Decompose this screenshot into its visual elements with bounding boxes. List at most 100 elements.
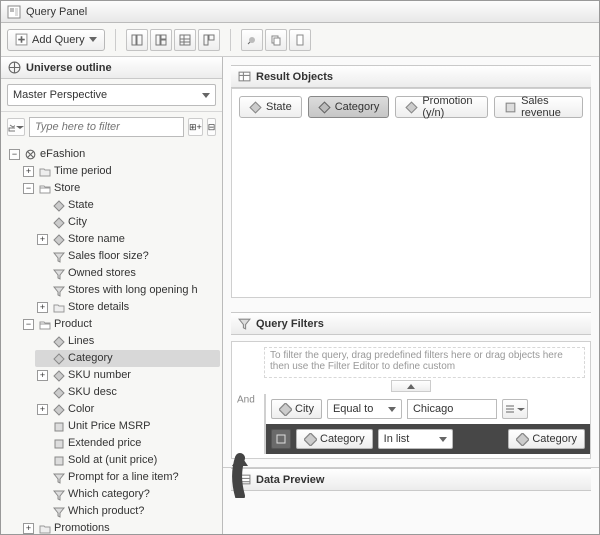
measure-icon <box>52 437 65 450</box>
tree-node-owned[interactable]: Owned stores <box>35 265 220 282</box>
tree-node-whichprod[interactable]: Which product? <box>35 503 220 520</box>
filter-object-category[interactable]: Category <box>296 429 373 449</box>
tree-filter-row: ⊞+ ⊟ <box>1 112 222 142</box>
tree-node-state[interactable]: State <box>35 197 220 214</box>
tree-node-city[interactable]: City <box>35 214 220 231</box>
tree-node-unitprice[interactable]: Unit Price MSRP <box>35 418 220 435</box>
result-object-promotion[interactable]: Promotion (y/n) <box>395 96 488 118</box>
val-label: Chicago <box>413 403 453 415</box>
tree-node-longopen[interactable]: Stores with long opening h <box>35 282 220 299</box>
action-group <box>241 29 311 51</box>
chip-label: State <box>266 101 292 113</box>
tree-node-lines[interactable]: Lines <box>35 333 220 350</box>
filter-icon <box>52 267 65 280</box>
query-filters-header: Query Filters <box>231 312 591 335</box>
tree-label: SKU number <box>68 367 131 384</box>
tree-root[interactable]: −eFashion <box>7 146 220 163</box>
annotation-arrow-icon <box>226 452 254 498</box>
tree-node-color[interactable]: + Color <box>35 401 220 418</box>
perspective-dropdown[interactable]: Master Perspective <box>7 84 216 106</box>
filter-icon <box>52 505 65 518</box>
expand-icon[interactable]: + <box>23 523 34 534</box>
query-filters-body[interactable]: And To filter the query, drag predefined… <box>231 341 591 459</box>
copy-button[interactable] <box>265 29 287 51</box>
filter-values-button[interactable] <box>502 399 528 419</box>
tree-node-store[interactable]: − Store <box>21 180 220 197</box>
folder-open-icon <box>38 182 51 195</box>
dimension-icon <box>279 403 292 416</box>
op-label: Equal to <box>333 403 373 415</box>
tree-label: Time period <box>54 163 112 180</box>
add-query-button[interactable]: Add Query <box>7 29 105 51</box>
result-object-category[interactable]: Category <box>308 96 390 118</box>
filter-operator-dropdown-2[interactable]: In list <box>378 429 453 449</box>
universe-tree[interactable]: −eFashion + Time period − Store State City… <box>1 142 222 534</box>
tree-label: Category <box>68 350 113 367</box>
filter-collapse-button[interactable] <box>391 380 431 392</box>
tree-node-product[interactable]: −Product <box>21 316 220 333</box>
layout-btn-2[interactable] <box>150 29 172 51</box>
tree-node-storedetails[interactable]: +Store details <box>35 299 220 316</box>
filter-hint-text: To filter the query, drag predefined fil… <box>264 347 585 378</box>
right-pane: Result Objects State Category Promotion … <box>223 57 599 534</box>
filter-object-city[interactable]: City <box>271 399 322 419</box>
wand-button[interactable] <box>241 29 263 51</box>
layout-btn-3[interactable] <box>174 29 196 51</box>
tree-node-category[interactable]: Category <box>35 350 220 367</box>
tree-label: Which category? <box>68 486 150 503</box>
filter-row-city[interactable]: City Equal to Chicago <box>266 394 590 424</box>
universe-header-label: Universe outline <box>26 62 112 74</box>
tree-node-whichcat[interactable]: Which category? <box>35 486 220 503</box>
chip-label: Category <box>532 433 577 445</box>
tree-label: Which product? <box>68 503 144 520</box>
app-icon <box>7 5 21 19</box>
tree-options-button[interactable] <box>7 118 25 136</box>
expand-icon[interactable]: + <box>37 370 48 381</box>
tree-label: Unit Price MSRP <box>68 418 151 435</box>
tree-label: Color <box>68 401 94 418</box>
funnel-icon <box>238 317 251 330</box>
result-object-revenue[interactable]: Sales revenue <box>494 96 583 118</box>
tree-node-promotions[interactable]: +Promotions <box>21 520 220 534</box>
dimension-icon <box>516 433 529 446</box>
tree-label: Sold at (unit price) <box>68 452 157 469</box>
window-title-bar: Query Panel <box>1 1 599 23</box>
layout-btn-4[interactable] <box>198 29 220 51</box>
result-objects-body[interactable]: State Category Promotion (y/n) Sales rev… <box>231 88 591 298</box>
collapse-icon[interactable]: − <box>23 183 34 194</box>
expand-icon[interactable]: + <box>37 404 48 415</box>
tree-node-promptline[interactable]: Prompt for a line item? <box>35 469 220 486</box>
tree-node-skunum[interactable]: + SKU number <box>35 367 220 384</box>
tree-node-salesfloor[interactable]: Sales floor size? <box>35 248 220 265</box>
tree-node-time[interactable]: + Time period <box>21 163 220 180</box>
filter-object-category-target[interactable]: Category <box>508 429 585 449</box>
layout-toggle-group <box>126 29 220 51</box>
tree-node-storename[interactable]: +Store name <box>35 231 220 248</box>
filter-row-category[interactable]: Category In list Category <box>266 424 590 454</box>
expand-add-button[interactable]: ⊞+ <box>188 118 203 136</box>
tree-node-soldat[interactable]: Sold at (unit price) <box>35 452 220 469</box>
layout-btn-1[interactable] <box>126 29 148 51</box>
expand-icon[interactable]: + <box>23 166 34 177</box>
tree-node-extprice[interactable]: Extended price <box>35 435 220 452</box>
chevron-down-icon <box>517 408 525 411</box>
filter-and-operator[interactable]: And <box>237 395 255 406</box>
tree-label: Store <box>54 180 80 197</box>
collapse-icon[interactable]: − <box>9 149 20 160</box>
expand-icon[interactable]: + <box>37 234 48 245</box>
data-preview-header: Data Preview <box>231 468 591 491</box>
measure-icon <box>504 101 517 114</box>
doc-button[interactable] <box>289 29 311 51</box>
expand-icon[interactable]: + <box>37 302 48 313</box>
window-title: Query Panel <box>26 6 87 18</box>
filter-operator-dropdown[interactable]: Equal to <box>327 399 402 419</box>
filter-value-input[interactable]: Chicago <box>407 399 497 419</box>
collapse-button[interactable]: ⊟ <box>207 118 217 136</box>
tree-node-skudesc[interactable]: SKU desc <box>35 384 220 401</box>
collapse-icon[interactable]: − <box>23 319 34 330</box>
tree-filter-input[interactable] <box>29 117 184 137</box>
result-object-state[interactable]: State <box>239 96 302 118</box>
preview-header-label: Data Preview <box>256 474 324 486</box>
filter-icon <box>52 471 65 484</box>
subquery-toggle[interactable] <box>271 429 291 449</box>
